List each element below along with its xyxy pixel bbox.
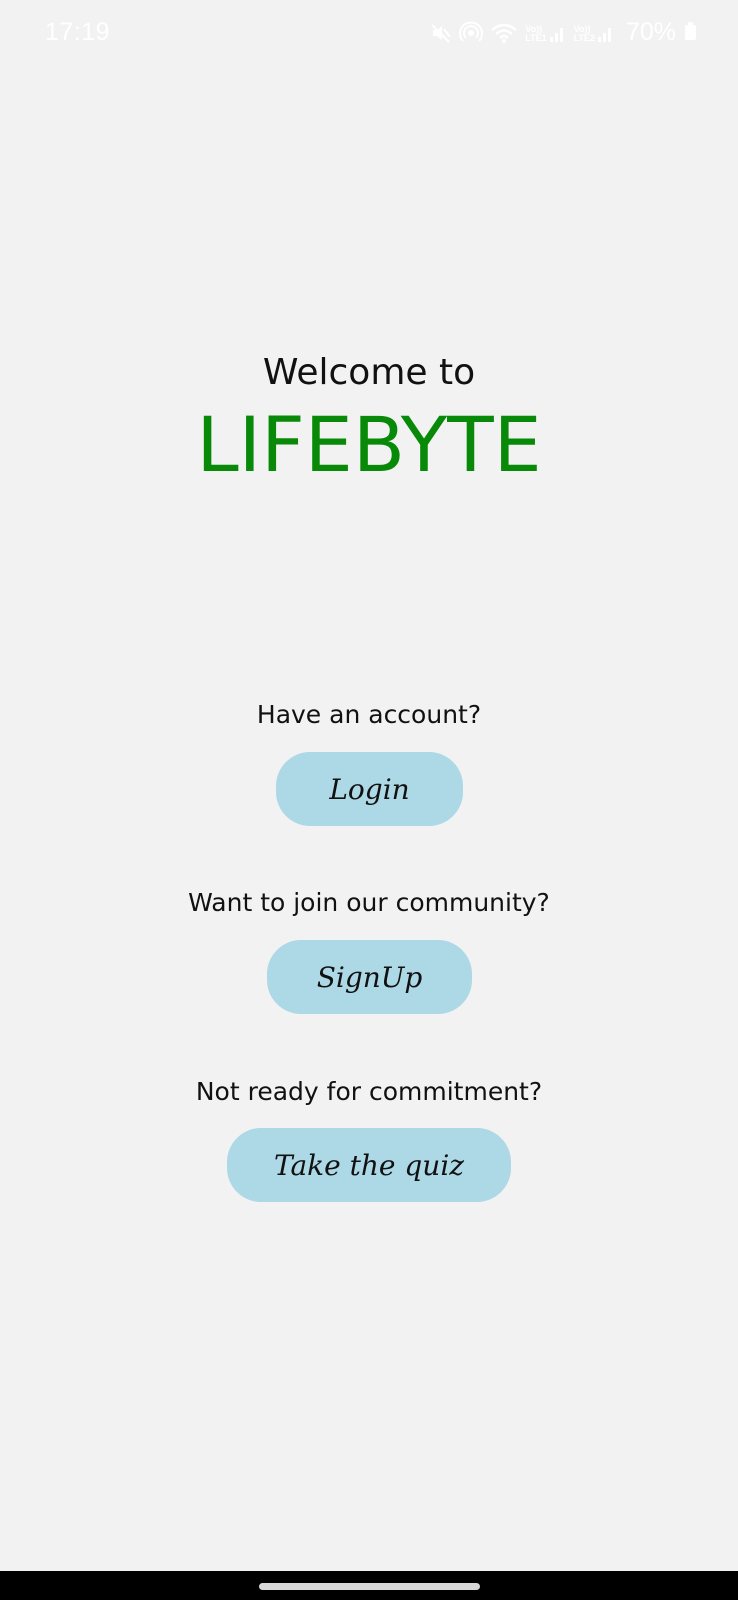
hotspot-icon <box>459 21 484 45</box>
signup-button[interactable]: SignUp <box>267 940 472 1014</box>
battery-percentage: 70% <box>625 18 676 46</box>
sim2-signal: Vo)) LTE2 <box>574 23 615 43</box>
battery-icon <box>685 22 696 40</box>
status-icons: Vo)) LTE1 Vo)) LTE2 70% <box>430 18 696 47</box>
quiz-prompt: Not ready for commitment? <box>195 1077 543 1106</box>
take-quiz-button[interactable]: Take the quiz <box>227 1128 511 1202</box>
mute-icon <box>430 22 452 44</box>
sim1-signal: Vo)) LTE1 <box>525 23 566 43</box>
status-bar: 17:19 Vo)) LTE1 Vo)) LTE2 70% <box>0 0 738 66</box>
wifi-icon <box>490 22 518 44</box>
navigation-bar <box>0 1571 738 1600</box>
status-time: 17:19 <box>45 18 111 46</box>
sim2-label-bottom: LTE2 <box>573 32 595 43</box>
welcome-heading: Welcome to <box>262 352 476 393</box>
sim1-label-bottom: LTE1 <box>525 32 547 43</box>
app-brand-title: LIFEBYTE <box>196 400 542 489</box>
home-indicator[interactable] <box>259 1583 480 1590</box>
signal-icon <box>597 23 615 43</box>
login-button[interactable]: Login <box>276 752 463 826</box>
login-prompt: Have an account? <box>256 700 482 729</box>
signup-prompt: Want to join our community? <box>188 888 550 917</box>
signal-icon <box>549 23 567 43</box>
